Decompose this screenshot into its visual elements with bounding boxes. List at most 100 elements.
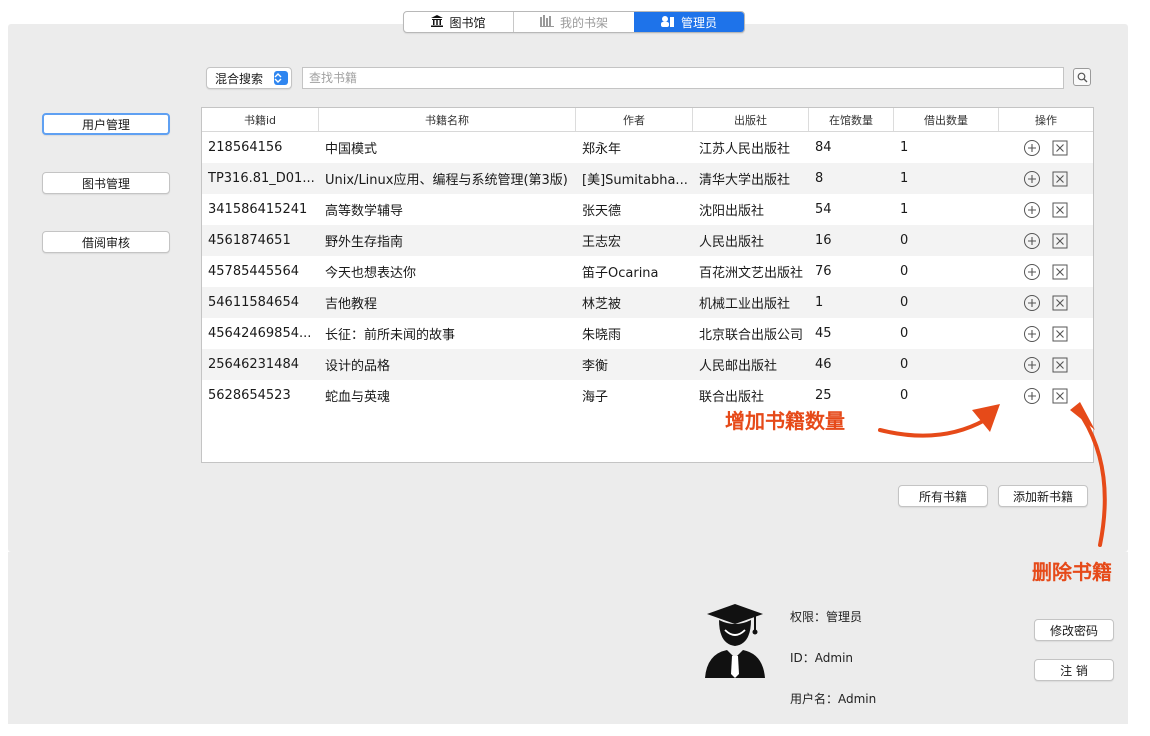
add-quantity-button[interactable] (1023, 356, 1041, 374)
tab-admin[interactable]: 管理员 (634, 12, 744, 32)
delete-book-button[interactable] (1051, 294, 1069, 312)
column-header[interactable]: 书籍id (202, 108, 319, 131)
plus-circle-icon (1024, 232, 1040, 249)
delete-book-button[interactable] (1051, 356, 1069, 374)
add-book-label: 添加新书籍 (1012, 489, 1073, 504)
close-box-icon (1052, 171, 1068, 186)
all-books-button[interactable]: 所有书籍 (898, 485, 988, 507)
add-quantity-button[interactable] (1023, 139, 1041, 157)
plus-circle-icon (1024, 170, 1040, 187)
add-quantity-button[interactable] (1023, 263, 1041, 281)
add-quantity-button[interactable] (1023, 201, 1041, 219)
column-header[interactable]: 作者 (576, 108, 693, 131)
author-cell: 李衡 (582, 359, 609, 374)
lent-cell: 1 (900, 171, 909, 186)
table-row[interactable]: TP316.81_D01... Unix/Linux应用、编程与系统管理(第3版… (202, 163, 1093, 194)
book-name-cell: 吉他教程 (325, 297, 378, 312)
row-actions (999, 201, 1093, 219)
tab-library-label: 图书馆 (449, 15, 486, 30)
admin-icon (660, 15, 675, 30)
stock-cell: 76 (815, 264, 832, 279)
lent-cell: 0 (900, 388, 909, 403)
add-quantity-button[interactable] (1023, 294, 1041, 312)
table-row[interactable]: 25646231484 设计的品格 李衡 人民邮出版社 46 0 (202, 349, 1093, 380)
table-row[interactable]: 54611584654 吉他教程 林芝被 机械工业出版社 1 0 (202, 287, 1093, 318)
delete-book-button[interactable] (1051, 325, 1069, 343)
sidebar-item-book-management[interactable]: 图书管理 (42, 172, 170, 194)
table-row[interactable]: 45642469854... 长征：前所未闻的故事 朱晓雨 北京联合出版公司 4… (202, 318, 1093, 349)
delete-book-button[interactable] (1051, 387, 1069, 405)
lent-cell: 0 (900, 233, 909, 248)
add-quantity-button[interactable] (1023, 387, 1041, 405)
book-id-cell: 54611584654 (208, 295, 299, 310)
table-row[interactable]: 218564156 中国模式 郑永年 江苏人民出版社 84 1 (202, 132, 1093, 163)
logout-label: 注 销 (1060, 663, 1088, 678)
column-header[interactable]: 书籍名称 (319, 108, 576, 131)
sidebar-item-user-management[interactable]: 用户管理 (42, 113, 170, 135)
column-header[interactable]: 出版社 (693, 108, 809, 131)
stock-cell: 25 (815, 388, 832, 403)
book-name-cell: 蛇血与英魂 (325, 390, 391, 405)
table-row[interactable]: 5628654523 蛇血与英魂 海子 联合出版社 25 0 (202, 380, 1093, 411)
table-header: 书籍id 书籍名称 作者 出版社 在馆数量 借出数量 操作 (202, 108, 1093, 132)
change-password-button[interactable]: 修改密码 (1034, 619, 1114, 641)
delete-book-button[interactable] (1051, 139, 1069, 157)
stock-cell: 16 (815, 233, 832, 248)
books-table: 书籍id 书籍名称 作者 出版社 在馆数量 借出数量 操作 218564156 … (201, 107, 1094, 463)
annotation-delete: 删除书籍 (1032, 560, 1112, 584)
book-name-cell: 高等数学辅导 (325, 204, 404, 219)
chevron-updown-icon (274, 71, 288, 85)
all-books-label: 所有书籍 (918, 489, 967, 504)
graduate-avatar-icon (705, 604, 765, 678)
publisher-cell: 北京联合出版公司 (699, 328, 804, 343)
book-id-cell: 4561874651 (208, 233, 291, 248)
stock-cell: 45 (815, 326, 832, 341)
table-row[interactable]: 45785445564 今天也想表达你 笛子Ocarina 百花洲文艺出版社 7… (202, 256, 1093, 287)
avatar (703, 600, 767, 684)
top-tab-bar: 图书馆 我的书架 管理员 (403, 11, 745, 33)
logout-button[interactable]: 注 销 (1034, 659, 1114, 681)
close-box-icon (1052, 388, 1068, 403)
book-id-cell: 341586415241 (208, 202, 308, 217)
row-actions (999, 356, 1093, 374)
delete-book-button[interactable] (1051, 201, 1069, 219)
add-quantity-button[interactable] (1023, 232, 1041, 250)
add-quantity-button[interactable] (1023, 170, 1041, 188)
sidebar-item-label: 借阅审核 (81, 235, 130, 250)
table-row[interactable]: 341586415241 高等数学辅导 张天德 沈阳出版社 54 1 (202, 194, 1093, 225)
stock-cell: 46 (815, 357, 832, 372)
book-name-cell: 今天也想表达你 (325, 266, 417, 281)
sidebar-item-label: 用户管理 (81, 117, 130, 132)
author-cell: 笛子Ocarina (582, 266, 659, 281)
plus-circle-icon (1024, 294, 1040, 311)
search-input[interactable] (302, 67, 1064, 89)
book-name-cell: 中国模式 (325, 142, 378, 157)
lent-cell: 0 (900, 264, 909, 279)
author-cell: 张天德 (582, 204, 622, 219)
sidebar-item-borrow-review[interactable]: 借阅审核 (42, 231, 170, 253)
author-cell: [美]Sumitabha... (582, 173, 688, 188)
close-box-icon (1052, 357, 1068, 372)
search-mode-select[interactable]: 混合搜索 (206, 67, 292, 89)
add-book-button[interactable]: 添加新书籍 (998, 485, 1088, 507)
plus-circle-icon (1024, 325, 1040, 342)
user-panel (8, 552, 1128, 724)
publisher-cell: 联合出版社 (699, 390, 765, 405)
book-name-cell: Unix/Linux应用、编程与系统管理(第3版) (325, 173, 568, 188)
delete-book-button[interactable] (1051, 170, 1069, 188)
column-header[interactable]: 操作 (999, 108, 1093, 131)
publisher-cell: 人民邮出版社 (699, 359, 778, 374)
tab-bookshelf[interactable]: 我的书架 (514, 12, 634, 32)
table-body: 218564156 中国模式 郑永年 江苏人民出版社 84 1 TP316.81… (202, 132, 1093, 411)
tab-library[interactable]: 图书馆 (404, 12, 514, 32)
plus-circle-icon (1024, 201, 1040, 218)
delete-book-button[interactable] (1051, 263, 1069, 281)
delete-book-button[interactable] (1051, 232, 1069, 250)
column-header[interactable]: 借出数量 (894, 108, 999, 131)
add-quantity-button[interactable] (1023, 325, 1041, 343)
column-header[interactable]: 在馆数量 (809, 108, 894, 131)
plus-circle-icon (1024, 356, 1040, 373)
close-box-icon (1052, 326, 1068, 341)
search-button[interactable] (1073, 68, 1091, 86)
table-row[interactable]: 4561874651 野外生存指南 王志宏 人民出版社 16 0 (202, 225, 1093, 256)
